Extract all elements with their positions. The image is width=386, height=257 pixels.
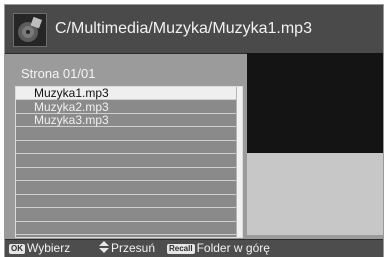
page-indicator: Strona 01/01 <box>21 66 96 81</box>
file-list-item[interactable]: Muzyka1.mp3 <box>16 87 236 100</box>
ok-key-icon: OK <box>9 244 25 254</box>
file-list-item[interactable] <box>16 155 236 168</box>
file-list-item[interactable] <box>16 182 236 195</box>
file-list-item[interactable] <box>16 168 236 181</box>
file-list-item[interactable]: Muzyka3.mp3 <box>16 114 236 127</box>
file-list-item[interactable] <box>16 222 236 235</box>
hint-ok: OK Wybierz <box>9 241 70 256</box>
footer-hints: OK Wybierz Przesuń Recall Folder w górę <box>5 239 383 257</box>
file-list-item[interactable] <box>16 195 236 208</box>
hint-move: Przesuń <box>99 241 155 256</box>
file-list-item[interactable]: Muzyka2.mp3 <box>16 100 236 114</box>
file-list-item[interactable] <box>16 141 236 154</box>
up-down-arrows-icon <box>99 241 109 253</box>
info-pane <box>247 153 383 235</box>
file-list-item[interactable] <box>16 128 236 141</box>
current-path: C/Multimedia/Muzyka/Muzyka1.mp3 <box>55 20 312 37</box>
hint-ok-label: Wybierz <box>27 241 71 255</box>
file-list-item[interactable] <box>16 209 236 222</box>
hint-recall-label: Folder w górę <box>196 241 270 255</box>
preview-area <box>247 53 383 153</box>
hint-move-label: Przesuń <box>111 241 156 255</box>
hint-recall: Recall Folder w górę <box>167 241 270 256</box>
media-browser-screen: C/Multimedia/Muzyka/Muzyka1.mp3 Strona 0… <box>4 4 384 257</box>
list-scrollbar[interactable] <box>236 87 242 237</box>
recall-key-icon: Recall <box>167 244 195 254</box>
file-list-rows: Muzyka1.mp3 Muzyka2.mp3 Muzyka3.mp3 <box>16 87 236 237</box>
file-list: Muzyka1.mp3 Muzyka2.mp3 Muzyka3.mp3 <box>15 86 243 238</box>
header-bar: C/Multimedia/Muzyka/Muzyka1.mp3 <box>5 5 383 54</box>
music-disc-icon <box>13 13 47 47</box>
